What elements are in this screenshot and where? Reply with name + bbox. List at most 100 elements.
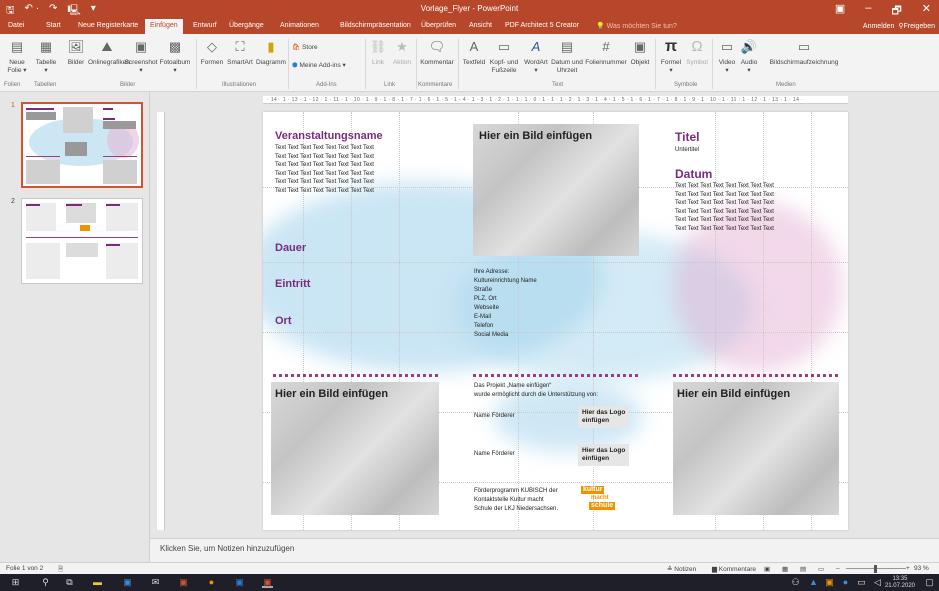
title-heading[interactable]: Titel [675,130,699,144]
tell-me-search[interactable]: 💡 Was möchten Sie tun? [596,22,677,30]
logo-text: Hier das Logo [582,409,626,416]
chart-icon: ▮ [267,39,275,54]
date-heading[interactable]: Datum [675,167,712,181]
pictures-button[interactable]: 🖼 Bilder [66,38,86,67]
smartart-button[interactable]: ⛶ SmartArt [226,38,254,67]
funding-text[interactable]: Förderprogramm KUBISCH der Kontaktstelle… [474,487,558,514]
tab-bildschirmpraesentation[interactable]: Bildschirmpräsentation [340,22,411,29]
header-footer-button[interactable]: ▭ Kopf- und Fußzeile [488,38,520,75]
object-button[interactable]: ▣ Objekt [628,38,652,67]
tab-ueberpruefen[interactable]: Überprüfen [421,22,456,29]
slide-canvas[interactable]: Veranstaltungsname Text Text Text Text T… [263,112,848,530]
volume-icon[interactable]: ◁ [872,577,883,588]
text-line: Text Text Text Text Text Text Text Text [675,225,774,232]
new-slide-button[interactable]: ▤ Neue Folie ▾ [6,38,28,75]
action-button[interactable]: ★ Aktion [390,38,414,67]
mail-icon[interactable]: ✉ [150,577,161,588]
speaker-icon: 🔊 [740,39,758,54]
tab-datei[interactable]: Datei [8,22,24,29]
date-time-button[interactable]: ▤ Datum und Uhrzeit [550,38,584,75]
tab-ansicht[interactable]: Ansicht [469,22,492,29]
file-explorer-icon[interactable]: ▬ [92,577,103,588]
app-icon[interactable]: ▣ [178,577,189,588]
shapes-button[interactable]: ◇ Formen [200,38,224,67]
slide-number-button[interactable]: # Foliennummer [584,38,628,67]
sponsor-name-2[interactable]: Name Förderer [474,450,515,459]
login-link[interactable]: Anmelden [863,23,895,30]
subtitle-text[interactable]: Untertitel [675,146,699,155]
zoom-out-icon[interactable]: – [836,565,840,572]
powerpoint-taskbar-icon[interactable]: ▣ [262,577,273,588]
link-button[interactable]: ⛓ Link [368,38,388,67]
screen-recording-button[interactable]: ▭ Bildschirmaufzeichnung [760,38,848,67]
zoom-in-icon[interactable]: + [906,565,910,572]
tab-animationen[interactable]: Animationen [280,22,319,29]
text-line: Text Text Text Text Text Text Text Text [275,145,374,151]
project-note[interactable]: Das Projekt „Name einfügen“ wurde ermögl… [474,382,598,399]
tab-einfuegen[interactable]: Einfügen [145,19,183,34]
slide-1-preview [26,107,139,184]
outlook-icon[interactable]: ▣ [122,577,133,588]
tab-uebergaenge[interactable]: Übergänge [229,22,264,29]
duration-heading[interactable]: Dauer [275,242,306,254]
logo-placeholder-1[interactable]: Hier das Logo einfügen [578,406,630,428]
tray-icon[interactable]: ● [840,577,851,588]
wordart-button[interactable]: A WordArt ▾ [522,38,550,75]
chart-button[interactable]: ▮ Diagramm [256,38,286,67]
left-text-block[interactable]: Text Text Text Text Text Text Text Text … [275,144,374,195]
notification-icon[interactable]: ▢ [924,577,935,588]
zoom-slider-thumb[interactable] [874,565,877,573]
event-name-heading[interactable]: Veranstaltungsname [275,130,383,142]
thumbnail-number: 2 [11,198,15,205]
tray-icon[interactable]: ▣ [824,577,835,588]
slide-sorter-icon[interactable]: ▦ [782,565,788,573]
comment-button[interactable]: 🗨 Kommentar [419,38,455,67]
slide-thumbnail-2[interactable] [21,198,143,284]
notes-pane[interactable]: Klicken Sie, um Notizen hinzuzufügen [150,538,939,562]
ribbon-einfuegen: ▤ Neue Folie ▾ ▦ Tabelle ▾ 🖼 Bilder ⛰ Online… [0,34,939,92]
location-heading[interactable]: Ort [275,315,292,327]
people-icon[interactable]: ⚇ [790,577,801,588]
comments-toggle-button[interactable]: ▆ Kommentare [712,565,756,573]
browser-icon[interactable]: ● [206,577,217,588]
text-line: Text Text Text Text Text Text Text Text [275,179,374,185]
slide-thumbnail-1[interactable] [21,102,143,188]
address-block[interactable]: Ihre Adresse: Kultureinrichtung Name Str… [474,268,537,340]
store-button[interactable]: 🛍 Store [292,44,352,52]
table-button[interactable]: ▦ Tabelle ▾ [35,38,57,75]
network-icon[interactable]: ▭ [856,577,867,588]
photo-album-button[interactable]: ▩ Fotoalbum ▾ [158,38,192,75]
sponsor-name-1[interactable]: Name Förderer [474,412,515,421]
image-placeholder-left[interactable] [271,382,439,515]
audio-button[interactable]: 🔊 Audio ▾ [738,38,760,75]
tab-neue-registerkarte[interactable]: Neue Registerkarte [78,22,138,29]
word-icon[interactable]: ▣ [234,577,245,588]
share-button[interactable]: Freigeben [903,23,935,30]
notes-toggle-button[interactable]: ≙ Notizen [667,565,696,573]
slideshow-icon[interactable]: ▭ [818,565,824,573]
tab-pdf-architect[interactable]: PDF Architect 5 Creator [505,22,579,29]
screenshot-button[interactable]: ▣ Screenshot ▾ [124,38,158,75]
image-placeholder-right[interactable] [673,382,839,515]
tab-entwurf[interactable]: Entwurf [193,22,217,29]
link-label: Link [372,59,384,66]
system-clock[interactable]: 13:35 21.07.2020 [885,576,915,590]
right-text-block[interactable]: Text Text Text Text Text Text Text Text … [675,182,774,233]
normal-view-icon[interactable]: ▣ [764,565,770,573]
video-button[interactable]: ▭ Video ▾ [716,38,738,75]
image-placeholder-top[interactable] [473,124,639,256]
online-pictures-button[interactable]: ⛰ Onlinegrafiken [88,38,130,67]
tray-icon[interactable]: ▲ [808,577,819,588]
zoom-level[interactable]: 93 % [914,565,929,572]
windows-start-icon[interactable]: ⊞ [10,577,21,588]
search-icon[interactable]: ⚲ [40,577,51,588]
equation-button[interactable]: π Formel ▾ [658,38,684,75]
task-view-icon[interactable]: ⧉ [64,577,75,588]
reading-view-icon[interactable]: ▤ [800,565,806,573]
my-addins-button[interactable]: ⬢ Meine Add-ins ▾ [292,62,362,70]
admission-heading[interactable]: Eintritt [275,278,310,290]
textbox-button[interactable]: A Textfeld [460,38,488,67]
logo-placeholder-2[interactable]: Hier das Logo einfügen [578,444,630,466]
symbol-button[interactable]: Ω Symbol [684,38,710,67]
tab-start[interactable]: Start [46,22,61,29]
